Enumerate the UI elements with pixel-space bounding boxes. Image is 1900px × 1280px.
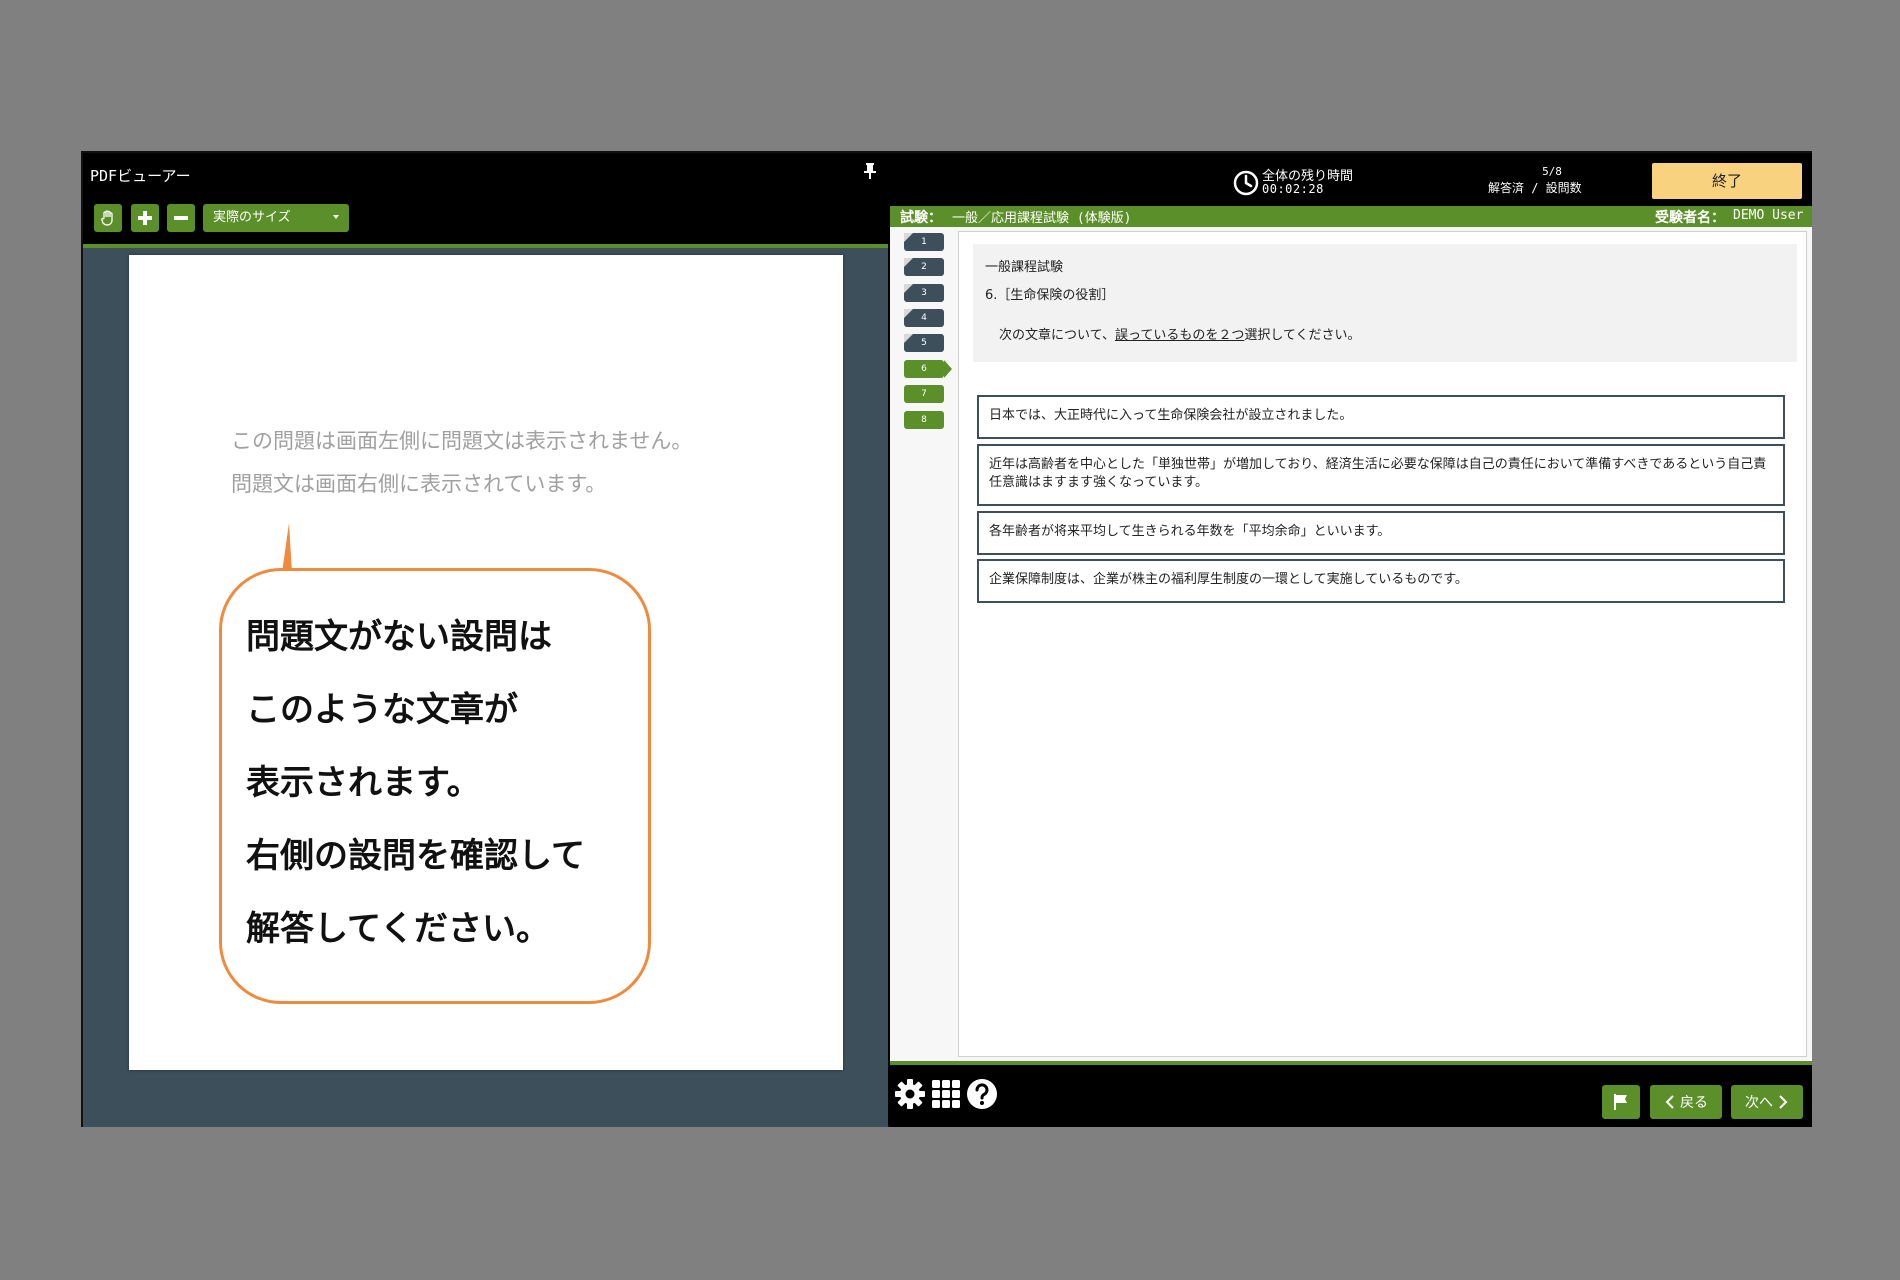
- question-title: 6.［生命保険の役割］: [985, 288, 1115, 303]
- pin-icon[interactable]: [863, 163, 877, 179]
- chevron-down-icon: [333, 215, 339, 219]
- hand-tool-button[interactable]: [94, 204, 122, 232]
- answer-choice-3[interactable]: 各年齢者が将来平均して生きられる年数を「平均余命」といいます。: [977, 511, 1785, 555]
- flag-icon: [1614, 1094, 1627, 1110]
- clock-icon: [1233, 170, 1259, 196]
- plus-icon: [138, 211, 152, 225]
- question-category: 一般課程試験: [985, 260, 1064, 275]
- instruction-emphasis: 誤っているものを２つ: [1114, 328, 1245, 343]
- instruction-text: 次の文章について、: [999, 328, 1115, 343]
- back-button-label: 戻る: [1680, 1095, 1708, 1111]
- flag-button[interactable]: [1602, 1085, 1640, 1119]
- page-notice-line-1: この問題は画面左側に問題文は表示されません。: [231, 429, 693, 453]
- question-nav-item-7[interactable]: 7: [904, 385, 944, 403]
- progress-label: 解答済 / 設問数: [1488, 181, 1582, 195]
- callout-text: 問題文がない設問は このような文章が 表示されます。 右側の設問を確認して 解答…: [246, 601, 585, 966]
- end-exam-button[interactable]: 終了: [1652, 163, 1802, 199]
- progress-count: 5/8: [1542, 165, 1562, 178]
- exam-body: 1 2 3 4 5 6 7 8 一般課程試験 6.［生命保険の役割］ 次の文章に…: [890, 227, 1812, 1061]
- question-nav-item-2[interactable]: 2: [904, 258, 944, 276]
- page-notice-line-2: 問題文は画面右側に表示されています。: [231, 472, 607, 496]
- question-nav-item-8[interactable]: 8: [904, 411, 944, 429]
- callout-tail: [282, 523, 292, 573]
- callout-bubble: 問題文がない設問は このような文章が 表示されます。 右側の設問を確認して 解答…: [219, 568, 651, 1004]
- callout-line: 問題文がない設問は: [246, 617, 552, 657]
- question-nav-item-1[interactable]: 1: [904, 233, 944, 251]
- callout-line: 解答してください。: [246, 909, 550, 949]
- question-nav-item-4[interactable]: 4: [904, 309, 944, 327]
- gear-icon[interactable]: [894, 1078, 926, 1110]
- pdf-viewer-pane: PDFビューアー 実際のサイズ この問題は画面左側に問題文は表示されません。 問…: [83, 153, 888, 1127]
- callout-line: このような文章が: [246, 690, 518, 730]
- pdf-viewer-title: PDFビューアー: [90, 167, 191, 185]
- answer-choice-2[interactable]: 近年は高齢者を中心とした「単独世帯」が増加しており、経済生活に必要な保障は自己の…: [977, 444, 1785, 506]
- callout-line: 右側の設問を確認して: [246, 836, 585, 876]
- timer-value: 00:02:28: [1262, 182, 1324, 196]
- callout-line: 表示されます。: [246, 763, 481, 803]
- chevron-left-icon: [1665, 1095, 1674, 1109]
- question-nav-item-5[interactable]: 5: [904, 334, 944, 352]
- next-button[interactable]: 次へ: [1731, 1085, 1803, 1119]
- grid-icon[interactable]: [930, 1078, 962, 1110]
- zoom-out-button[interactable]: [167, 204, 195, 232]
- question-instruction: 次の文章について、誤っているものを２つ選択してください。: [999, 324, 1361, 343]
- zoom-select[interactable]: 実際のサイズ: [203, 204, 349, 232]
- back-button[interactable]: 戻る: [1650, 1085, 1722, 1119]
- help-icon[interactable]: [966, 1078, 998, 1110]
- question-panel: 一般課程試験 6.［生命保険の役割］ 次の文章について、誤っているものを２つ選択…: [958, 231, 1807, 1057]
- next-button-label: 次へ: [1745, 1095, 1773, 1111]
- exam-name: 一般／応用課程試験 (体験版): [952, 211, 1132, 226]
- question-stem: 一般課程試験 6.［生命保険の役割］ 次の文章について、誤っているものを２つ選択…: [973, 244, 1797, 362]
- question-nav-item-6[interactable]: 6: [904, 360, 952, 378]
- exam-label: 試験：: [900, 210, 942, 226]
- pdf-page: この問題は画面左側に問題文は表示されません。 問題文は画面右側に表示されています…: [129, 255, 843, 1070]
- examinee-name: DEMO User: [1733, 208, 1804, 223]
- exam-application: PDFビューアー 実際のサイズ この問題は画面左側に問題文は表示されません。 問…: [81, 151, 1812, 1127]
- pdf-canvas[interactable]: この問題は画面左側に問題文は表示されません。 問題文は画面右側に表示されています…: [83, 248, 888, 1127]
- zoom-in-button[interactable]: [131, 204, 159, 232]
- hand-icon: [101, 210, 113, 226]
- exam-info-bar: 試験： 一般／応用課程試験 (体験版) 受験者名： DEMO User: [890, 206, 1812, 227]
- exam-pane: 全体の残り時間 00:02:28 5/8 解答済 / 設問数 終了 試験： 一般…: [890, 153, 1812, 1127]
- chevron-right-icon: [1779, 1095, 1788, 1109]
- question-nav-item-3[interactable]: 3: [904, 284, 944, 302]
- examinee-label: 受験者名：: [1655, 210, 1725, 226]
- footer-divider: [890, 1061, 1812, 1065]
- instruction-text: 選択してください。: [1244, 328, 1361, 343]
- minus-icon: [174, 216, 188, 220]
- answer-choice-1[interactable]: 日本では、大正時代に入って生命保険会社が設立されました。: [977, 395, 1785, 439]
- zoom-select-value: 実際のサイズ: [213, 210, 291, 225]
- answer-choice-4[interactable]: 企業保障制度は、企業が株主の福利厚生制度の一環として実施しているものです。: [977, 559, 1785, 603]
